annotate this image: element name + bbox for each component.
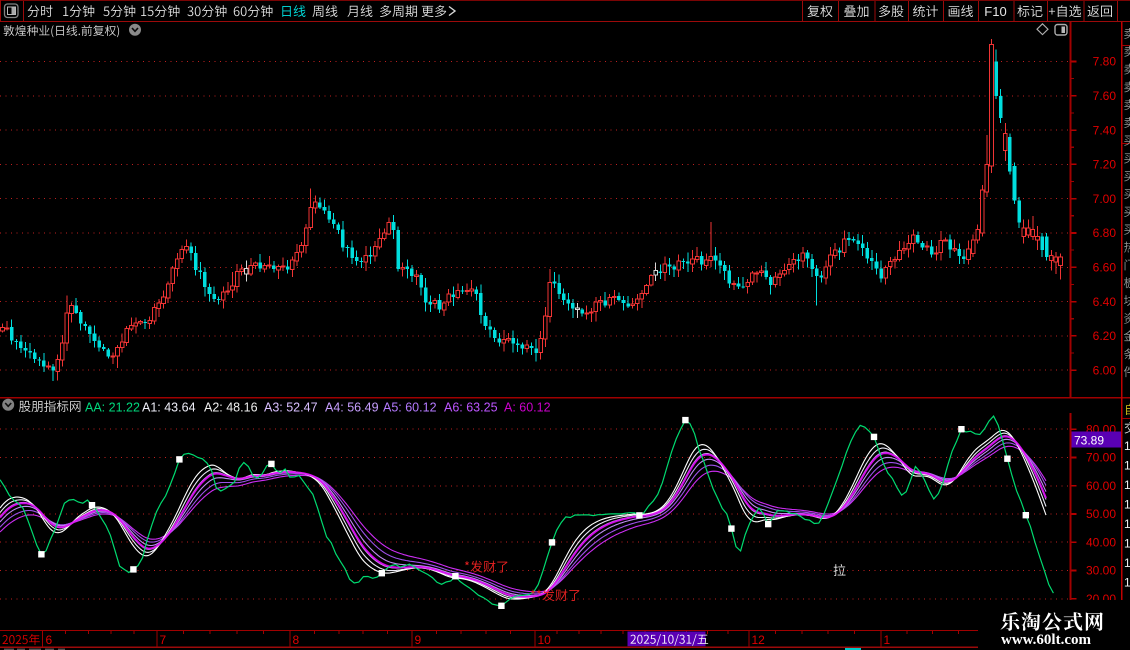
svg-text:6.00: 6.00 — [1093, 363, 1117, 377]
svg-text:1: 1 — [1124, 498, 1130, 512]
svg-text:9: 9 — [415, 633, 422, 647]
svg-text:1: 1 — [1124, 459, 1130, 473]
svg-text:1: 1 — [1124, 439, 1130, 453]
svg-text:73.89: 73.89 — [1074, 433, 1104, 447]
svg-text:A4: 56.49: A4: 56.49 — [325, 401, 379, 415]
svg-text:6.40: 6.40 — [1093, 295, 1117, 309]
svg-text:A5: 60.12: A5: 60.12 — [383, 401, 437, 415]
svg-text:AA: 21.22: AA: 21.22 — [85, 401, 140, 415]
svg-text:30.00: 30.00 — [1086, 564, 1116, 578]
svg-text:6: 6 — [46, 633, 53, 647]
svg-text:7.40: 7.40 — [1093, 123, 1117, 137]
svg-text:A6: 63.25: A6: 63.25 — [444, 401, 498, 415]
svg-text:A2: 48.16: A2: 48.16 — [204, 401, 258, 415]
svg-text:A3: 52.47: A3: 52.47 — [264, 401, 318, 415]
svg-text:6.80: 6.80 — [1093, 226, 1117, 240]
svg-text:7.80: 7.80 — [1093, 55, 1117, 69]
svg-text:7.00: 7.00 — [1093, 192, 1117, 206]
svg-text:7: 7 — [160, 633, 167, 647]
svg-text:1: 1 — [1124, 478, 1130, 492]
svg-text:50.00: 50.00 — [1086, 507, 1116, 521]
svg-text:1: 1 — [1124, 576, 1130, 590]
svg-text:70.00: 70.00 — [1086, 451, 1116, 465]
svg-text:8: 8 — [293, 633, 300, 647]
svg-text:6.20: 6.20 — [1093, 329, 1117, 343]
svg-text:40.00: 40.00 — [1086, 536, 1116, 550]
svg-text:A1: 43.64: A1: 43.64 — [142, 401, 196, 415]
svg-text:www.60lt.com: www.60lt.com — [1001, 632, 1091, 648]
svg-text:1: 1 — [1124, 517, 1130, 531]
svg-text:6.60: 6.60 — [1093, 261, 1117, 275]
svg-text:F10: F10 — [984, 4, 1006, 19]
svg-text:1: 1 — [1124, 537, 1130, 551]
svg-text:A: 60.12: A: 60.12 — [504, 401, 551, 415]
svg-text:7.60: 7.60 — [1093, 89, 1117, 103]
svg-text:1: 1 — [884, 633, 891, 647]
svg-text:12: 12 — [752, 633, 766, 647]
svg-text:1: 1 — [1124, 556, 1130, 570]
svg-text:10: 10 — [538, 633, 552, 647]
svg-text:60.00: 60.00 — [1086, 479, 1116, 493]
svg-text:7.20: 7.20 — [1093, 158, 1117, 172]
